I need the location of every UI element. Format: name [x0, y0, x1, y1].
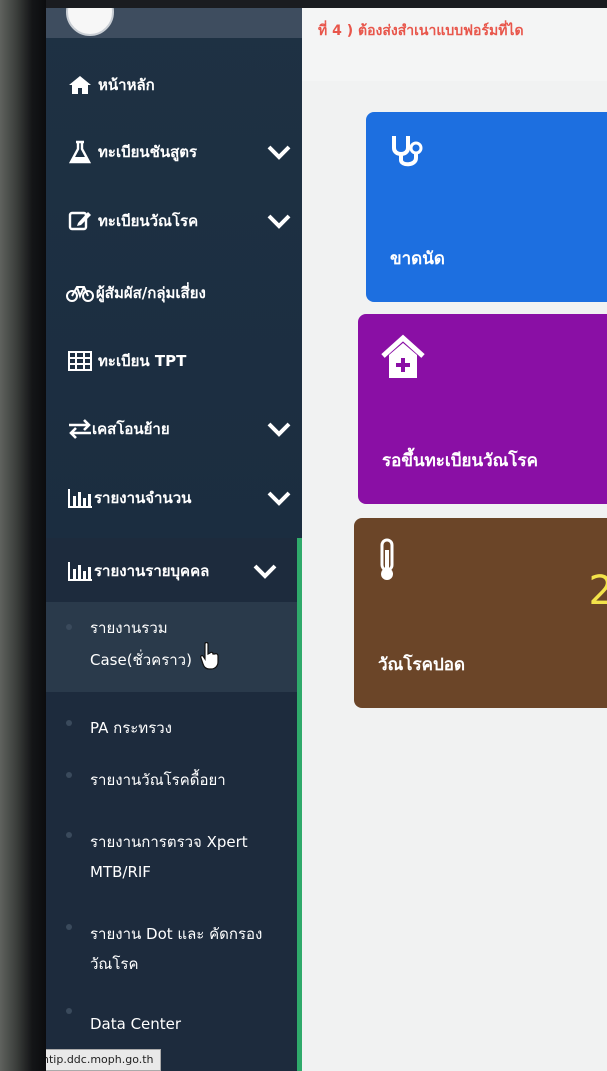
card-title: ขาดนัด: [390, 249, 445, 269]
stethoscope-icon: [388, 132, 428, 176]
card-pending-registration[interactable]: รอขึ้นทะเบียนวัณโรค: [358, 314, 607, 504]
bullet: [66, 772, 72, 778]
sidebar-item-label: รายงานจำนวน: [94, 489, 192, 507]
hand-cursor-icon: [200, 642, 219, 670]
screen: หน้าหลัก ทะเบียนชันสูตร ทะเบียนวัณโรค ผู…: [46, 8, 607, 1071]
bullet: [66, 1008, 72, 1014]
submenu-item-dot-screening[interactable]: รายงาน Dot และ คัดกรอง วัณโรค: [46, 914, 297, 984]
sidebar-item-label: ทะเบียนวัณโรค: [98, 212, 199, 230]
sidebar: หน้าหลัก ทะเบียนชันสูตร ทะเบียนวัณโรค ผู…: [46, 8, 318, 1071]
bullet: [66, 720, 72, 726]
submenu-item-label: รายงาน Dot และ คัดกรอง: [90, 925, 263, 943]
sidebar-item-tb-register[interactable]: ทะเบียนวัณโรค: [46, 198, 302, 244]
sidebar-item-label: ทะเบียนชันสูตร: [98, 143, 198, 161]
monitor-bezel: [0, 0, 46, 1071]
logo-bar: [46, 8, 318, 38]
sidebar-item-label: เคสโอนย้าย: [92, 420, 170, 438]
main-content: ที่ 4 ) ต้องส่งสำเนาแบบฟอร์มที่ได ขาดนัด…: [302, 8, 607, 1071]
flask-icon: [66, 138, 94, 166]
chevron-down-icon[interactable]: [266, 142, 292, 162]
table-icon: [66, 347, 94, 375]
card-missed-appointment[interactable]: ขาดนัด: [366, 112, 607, 302]
submenu-item-label: PA กระทรวง: [90, 719, 173, 737]
sidebar-item-label: ทะเบียน TPT: [98, 352, 187, 370]
submenu-item-label: รายงานรวม: [90, 619, 168, 637]
chevron-down-icon[interactable]: [266, 488, 292, 508]
bicycle-icon: [66, 279, 94, 307]
submenu-item-label: Case(ชั่วคราว): [90, 651, 192, 669]
notice-text: ที่ 4 ) ต้องส่งสำเนาแบบฟอร์มที่ได: [318, 23, 524, 39]
home-icon: [66, 71, 94, 99]
sidebar-item-report-count[interactable]: รายงานจำนวน: [46, 475, 302, 521]
chevron-down-icon[interactable]: [266, 419, 292, 439]
chevron-down-icon[interactable]: [252, 561, 278, 581]
sidebar-item-lab-register[interactable]: ทะเบียนชันสูตร: [46, 129, 302, 175]
exchange-icon: [66, 415, 94, 443]
card-value: 2: [588, 568, 607, 614]
sidebar-item-home[interactable]: หน้าหลัก: [46, 62, 302, 108]
submenu-item-xpert[interactable]: รายงานการตรวจ Xpert MTB/RIF: [46, 822, 297, 892]
submenu-item-pa[interactable]: PA กระทรวง: [46, 708, 297, 748]
sidebar-item-label: หน้าหลัก: [98, 76, 155, 94]
bullet: [66, 832, 72, 838]
bar-chart-icon: [66, 484, 94, 512]
hospital-icon: [380, 334, 426, 384]
sidebar-item-label: ผู้สัมผัส/กลุ่มเสี่ยง: [96, 284, 206, 302]
submenu-item-label: วัณโรค: [90, 955, 139, 973]
bar-chart-icon: [66, 557, 94, 585]
submenu-item-label: รายงานการตรวจ Xpert: [90, 833, 248, 851]
submenu-item-label: รายงานวัณโรคดื้อยา: [90, 771, 226, 789]
submenu-item-data-center[interactable]: Data Center: [46, 1004, 297, 1044]
sidebar-group-individual-report: รายงานรายบุคคล รายงานรวม Case(ชั่วคราว) …: [46, 538, 302, 1071]
submenu-item-label: MTB/RIF: [90, 863, 151, 881]
thermometer-icon: [376, 538, 398, 586]
status-url-tooltip: ntip.ddc.moph.go.th: [46, 1049, 161, 1071]
submenu-item-drug-resistant[interactable]: รายงานวัณโรคดื้อยา: [46, 760, 297, 800]
sidebar-item-transfer[interactable]: เคสโอนย้าย: [46, 406, 302, 452]
bullet: [66, 924, 72, 930]
card-pulmonary-tb[interactable]: 2 วัณโรคปอด: [354, 518, 607, 708]
sidebar-item-contacts[interactable]: ผู้สัมผัส/กลุ่มเสี่ยง: [46, 270, 302, 316]
card-title: วัณโรคปอด: [378, 655, 465, 675]
sidebar-item-report-individual[interactable]: รายงานรายบุคคล: [46, 548, 297, 594]
card-title: รอขึ้นทะเบียนวัณโรค: [382, 451, 539, 471]
edit-icon: [66, 207, 94, 235]
submenu-item-combined-report[interactable]: รายงานรวม Case(ชั่วคราว): [46, 602, 297, 692]
bullet: [66, 624, 72, 630]
sidebar-item-tpt[interactable]: ทะเบียน TPT: [46, 338, 302, 384]
sidebar-item-label: รายงานรายบุคคล: [94, 562, 210, 580]
logo: [66, 8, 114, 36]
submenu-item-label: Data Center: [90, 1015, 182, 1033]
chevron-down-icon[interactable]: [266, 211, 292, 231]
notice-strip: ที่ 4 ) ต้องส่งสำเนาแบบฟอร์มที่ได: [302, 8, 607, 81]
